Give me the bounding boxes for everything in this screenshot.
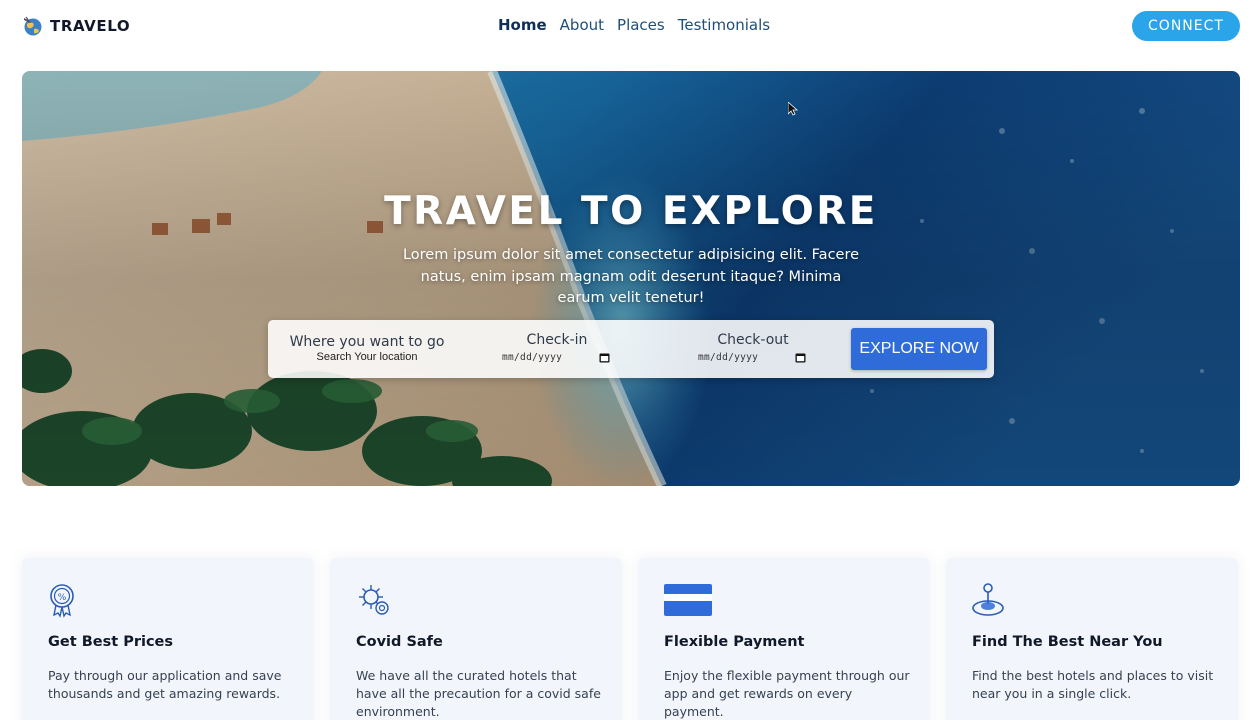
feature-text: Find the best hotels and places to visit… <box>972 668 1214 701</box>
feature-card-flexible-payment: Flexible Payment Enjoy the flexible paym… <box>638 558 930 720</box>
hero-section: TRAVEL TO EXPLORE Lorem ipsum dolor sit … <box>22 71 1240 486</box>
nav-about[interactable]: About <box>560 16 604 34</box>
connect-button[interactable]: CONNECT <box>1132 11 1240 41</box>
nav-places[interactable]: Places <box>617 16 665 34</box>
checkout-placeholder: mm/dd/yyyy <box>698 352 759 363</box>
checkout-label: Check-out <box>717 332 789 348</box>
nav-testimonials[interactable]: Testimonials <box>678 16 770 34</box>
checkin-field: Check-in mm/dd/yyyy <box>502 332 612 390</box>
location-field[interactable]: Where you want to go Search Your locatio… <box>280 334 454 392</box>
navbar: TRAVELO Home About Places Testimonials C… <box>0 0 1256 54</box>
calendar-icon[interactable] <box>599 352 610 363</box>
svg-text:%: % <box>58 593 67 603</box>
checkin-label: Check-in <box>526 332 588 348</box>
globe-plane-icon <box>24 16 42 36</box>
virus-shield-icon <box>359 585 389 615</box>
feature-title: Covid Safe <box>356 634 443 650</box>
checkin-date-input[interactable]: mm/dd/yyyy <box>502 352 610 363</box>
brand-name: TRAVELO <box>50 17 131 35</box>
search-bar: Where you want to go Search Your locatio… <box>268 320 994 378</box>
feature-text: Enjoy the flexible payment through our a… <box>664 668 910 719</box>
feature-card-covid-safe: Covid Safe We have all the curated hotel… <box>330 558 622 720</box>
feature-title: Flexible Payment <box>664 634 805 650</box>
hero-title: TRAVEL TO EXPLORE <box>384 189 878 234</box>
location-pin-icon <box>972 583 1004 616</box>
feature-card-best-prices: % Get Best Prices Pay through our applic… <box>22 558 314 720</box>
credit-card-icon <box>664 584 712 616</box>
feature-text: We have all the curated hotels that have… <box>356 668 601 719</box>
explore-now-button[interactable]: EXPLORE NOW <box>851 328 987 370</box>
checkout-date-input[interactable]: mm/dd/yyyy <box>698 352 806 363</box>
features-section: % Get Best Prices Pay through our applic… <box>0 558 1256 720</box>
discount-badge-icon: % <box>50 584 74 618</box>
brand[interactable]: TRAVELO <box>22 14 130 38</box>
calendar-icon[interactable] <box>795 352 806 363</box>
location-input[interactable]: Search Your location <box>280 351 454 363</box>
hero-description: Lorem ipsum dolor sit amet consectetur a… <box>402 247 860 306</box>
location-label: Where you want to go <box>289 334 445 350</box>
mouse-cursor-icon <box>788 102 798 116</box>
nav-links: Home About Places Testimonials <box>498 16 770 34</box>
feature-text: Pay through our application and save tho… <box>48 668 282 701</box>
checkout-field: Check-out mm/dd/yyyy <box>698 332 808 390</box>
feature-title: Find The Best Near You <box>972 634 1163 650</box>
feature-title: Get Best Prices <box>48 634 174 650</box>
nav-home[interactable]: Home <box>498 16 547 34</box>
checkin-placeholder: mm/dd/yyyy <box>502 352 563 363</box>
feature-card-find-near-you: Find The Best Near You Find the best hot… <box>946 558 1238 720</box>
